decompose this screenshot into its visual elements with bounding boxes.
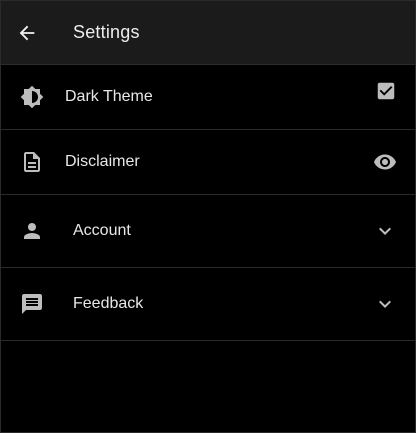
view-disclaimer-button[interactable] [373,150,397,174]
setting-account[interactable]: Account [1,195,415,268]
arrow-left-icon [19,25,35,40]
back-button[interactable] [1,1,53,65]
setting-disclaimer[interactable]: Disclaimer [1,130,415,195]
dark-theme-checkbox[interactable] [375,80,397,102]
feedback-icon [1,292,63,316]
eye-icon [374,154,396,170]
chevron-down-icon [379,227,391,235]
document-icon [1,150,63,174]
checkbox-checked-icon [377,82,395,100]
brightness-icon [1,85,63,109]
setting-label: Account [73,222,131,239]
setting-dark-theme[interactable]: Dark Theme [1,65,415,130]
person-icon [1,219,63,243]
setting-label: Disclaimer [65,153,140,170]
settings-screen: Settings Dark Theme Disclaimer Account F… [0,0,416,433]
setting-label: Dark Theme [65,88,153,105]
app-bar: Settings [1,1,415,65]
page-title: Settings [73,22,140,42]
expand-feedback-button[interactable] [373,292,397,316]
chevron-down-icon [379,300,391,308]
setting-feedback[interactable]: Feedback [1,268,415,341]
setting-label: Feedback [73,295,144,312]
expand-account-button[interactable] [373,219,397,243]
